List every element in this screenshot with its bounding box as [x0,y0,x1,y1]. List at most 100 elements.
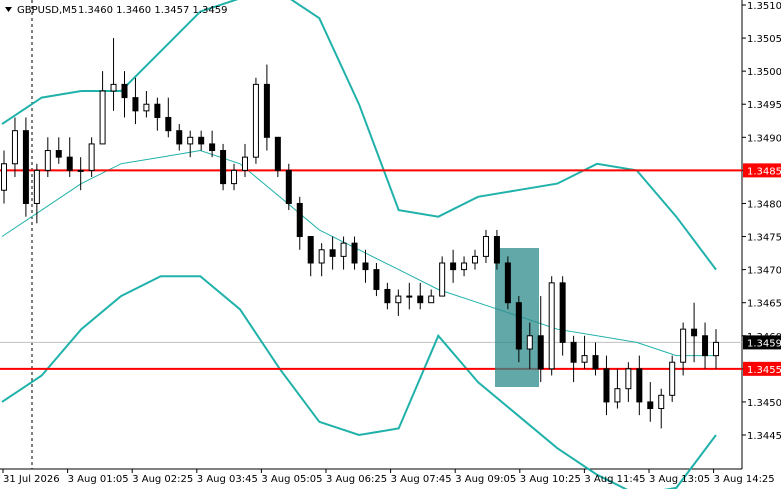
candle [559,276,566,356]
candle [702,322,709,369]
candle [570,335,577,383]
x-tick-label: 3 Aug 13:05 [649,474,710,485]
candle [307,236,314,277]
candle [680,322,687,376]
candle-body [373,269,380,290]
y-tick-label: 1.3490 [747,133,781,144]
x-axis-ticks: 31 Jul 2026 3 Aug 01:05 3 Aug 02:25 3 Aug 0… [2,469,775,485]
candle-body [44,150,51,171]
candle [351,236,358,270]
candle-body [439,262,446,297]
x-tick-label: 3 Aug 06:25 [326,474,387,485]
bollinger-upper [1,0,717,271]
candle-body [121,83,128,99]
candle-body [417,295,424,304]
candle-body [647,401,654,410]
candle [472,249,479,270]
candle-body [526,335,533,350]
candle-body [537,335,544,370]
candle-body [285,169,292,204]
candle [658,388,665,429]
candle [143,91,150,118]
candle [461,256,468,277]
candle [482,229,489,263]
candle-body [66,156,73,171]
candle-body [1,163,7,191]
price-chart[interactable]: 1.3510 1.3505 1.3500 1.3495 1.3490 1.3485 1.34… [0,0,781,489]
x-tick-label: 3 Aug 05:05 [261,474,322,485]
candle [110,38,117,111]
candle [263,64,270,151]
candle [603,355,610,416]
y-tick-label: 1.3510 [747,1,781,12]
candle-body [110,83,117,92]
candle-body [22,130,29,204]
symbol-arrow-icon [5,7,12,12]
candle-body [340,242,347,257]
candle [395,289,402,316]
candle [592,342,599,376]
candle-body [362,262,369,271]
candle-body [33,169,40,204]
candle-body [461,262,468,271]
y-tick-label: 1.3505 [747,34,781,45]
candle [373,263,380,297]
candle-body [636,368,643,403]
candle-body [504,262,511,304]
bollinger-bands [1,0,717,489]
candle-body [702,335,709,357]
level-lines [0,169,742,370]
current-price-label: 1.3459 [747,338,781,349]
bollinger-middle [1,149,716,357]
candle-body [428,295,435,304]
candle-body [592,355,599,370]
y-tick-label: 1.3465 [747,299,781,310]
x-tick-label: 3 Aug 14:25 [714,474,775,485]
candle [1,150,7,204]
candle-body [176,130,183,145]
candle-body [625,368,632,390]
candle [220,143,227,191]
x-tick-label: 3 Aug 11:45 [584,474,645,485]
candle [450,249,457,283]
candle [165,97,172,138]
axes [0,0,743,470]
candle [22,117,29,217]
candle-body [713,341,719,357]
candle [548,276,555,376]
candle [439,256,446,297]
candle-body [581,355,588,363]
candle [187,130,194,158]
candle-body [165,116,172,132]
candle [636,355,643,416]
y-tick-label: 1.3450 [747,398,781,409]
candle-body [296,202,303,238]
y-tick-label: 1.3470 [747,266,781,277]
chart-window[interactable]: 1.3510 1.3505 1.3500 1.3495 1.3490 1.3485 1.34… [0,0,781,489]
candle [11,117,18,177]
y-tick-label: 1.3445 [747,431,781,442]
candle-body [482,236,489,257]
candle [55,137,62,164]
candle-body [88,143,95,171]
chart-header: GBPUSD,M5 1.3460 1.3460 1.3457 1.3459 [5,5,228,16]
candle-body [307,236,314,264]
candle [691,302,698,363]
candle [209,130,216,158]
x-tick-label: 3 Aug 07:45 [391,474,452,485]
ohlc-values: 1.3460 1.3460 1.3457 1.3459 [78,5,228,16]
candle [132,77,139,125]
candle-body [252,83,259,158]
candle [198,130,205,151]
candle [318,243,325,277]
candle-body [329,249,336,257]
candle-body [691,328,698,337]
candle-body [515,302,522,350]
candle-body [680,328,687,363]
candle-body [450,262,457,271]
x-tick-label: 3 Aug 02:25 [132,474,193,485]
x-tick-label: 3 Aug 10:25 [520,474,581,485]
candle [581,335,588,369]
candle [362,249,369,283]
candle-body [395,295,402,304]
